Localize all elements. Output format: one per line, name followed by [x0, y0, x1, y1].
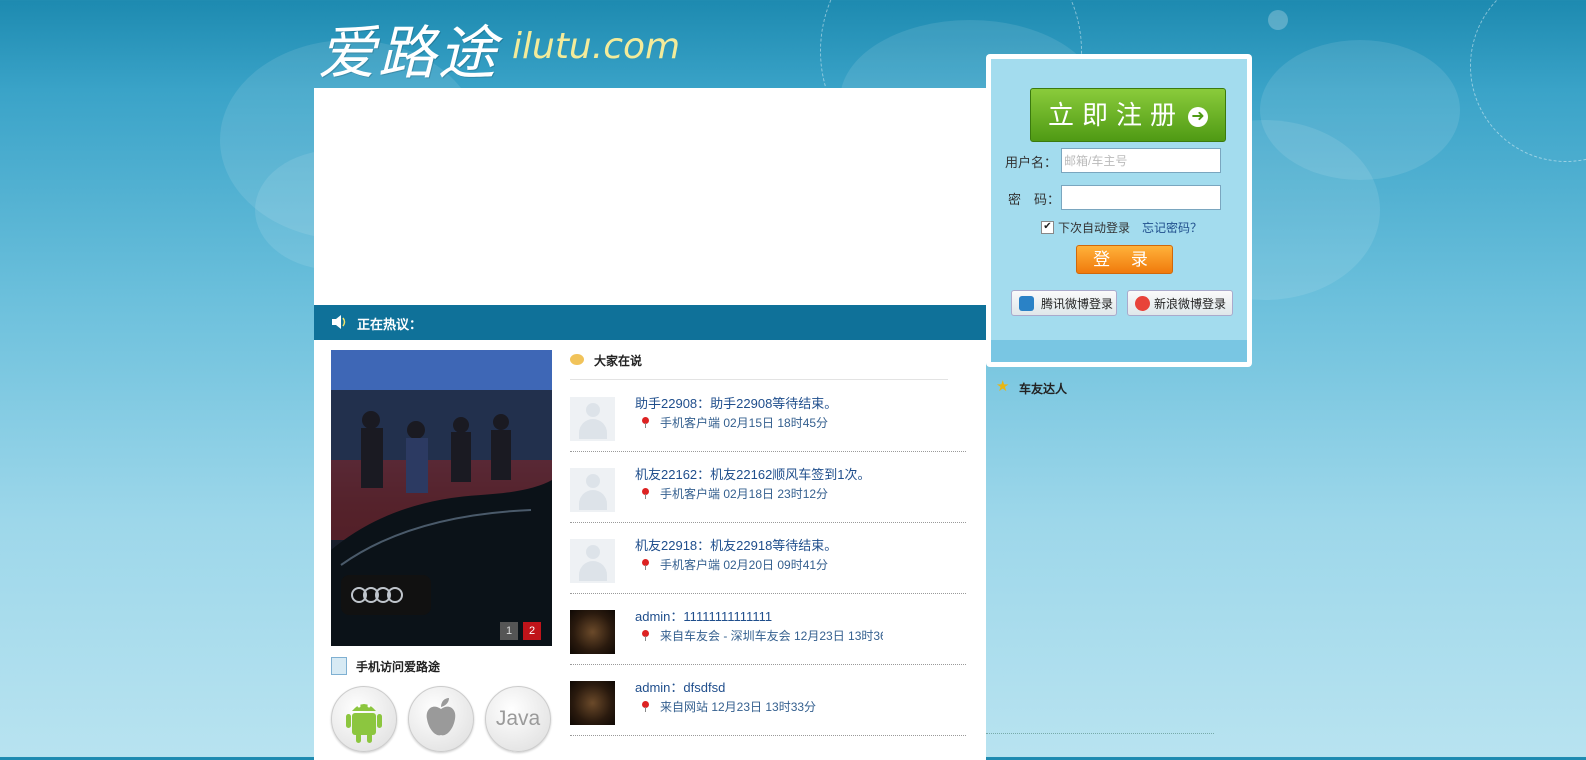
location-pin-icon	[642, 488, 649, 499]
mobile-icon	[331, 657, 347, 675]
username-label: 用户名：	[1005, 155, 1058, 170]
register-label: 立即注册	[1047, 100, 1184, 130]
feed-title: 大家在说	[594, 354, 643, 368]
default-avatar[interactable]	[570, 539, 615, 583]
feed-item-text[interactable]: 助手22908：助手22908等待结束。	[635, 393, 837, 412]
username-input[interactable]	[1061, 148, 1221, 173]
default-avatar[interactable]	[570, 468, 615, 512]
java-icon[interactable]: Java	[485, 686, 551, 752]
feed-item: admin：dfsdfsd 来自网站 12月23日 13时33分	[570, 665, 966, 736]
sina-weibo-label: 新浪微博登录	[1154, 297, 1227, 311]
friends-divider	[986, 733, 1214, 734]
background-dot	[1268, 10, 1288, 30]
feed-item-meta: 来自车友会 - 深圳车友会 12月23日 13时36分	[660, 629, 883, 643]
register-button[interactable]: 立即注册 ➜	[1030, 88, 1226, 142]
android-icon[interactable]	[331, 686, 397, 752]
top-drivers-title: 车友达人	[1019, 382, 1068, 396]
sina-weibo-icon	[1135, 296, 1150, 311]
slide-page-1[interactable]: 1	[500, 622, 518, 640]
banner-area	[314, 88, 986, 305]
feed-item-text[interactable]: admin：dfsdfsd	[635, 677, 725, 696]
auto-login-label: 下次自动登录	[1058, 221, 1131, 235]
login-button[interactable]: 登 录	[1076, 245, 1173, 274]
feed-item-meta: 手机客户端 02月15日 18时45分	[660, 416, 829, 430]
hot-topics-label: 正在热议：	[357, 317, 423, 332]
feed-item: admin：11111111111111 来自车友会 - 深圳车友会 12月23…	[570, 594, 966, 665]
feed-item-text[interactable]: 机友22918：机友22918等待结束。	[635, 535, 837, 554]
feed-item-meta: 手机客户端 02月18日 23时12分	[660, 487, 829, 501]
user-avatar[interactable]	[570, 610, 615, 654]
slideshow-photo[interactable]: 1 2	[331, 350, 552, 646]
slide-page-2[interactable]: 2	[523, 622, 541, 640]
background-bubble	[1470, 0, 1586, 162]
password-input[interactable]	[1061, 185, 1221, 210]
password-label: 密 码：	[1008, 192, 1061, 207]
background-cloud	[1260, 40, 1460, 180]
star-icon: ★	[996, 378, 1010, 395]
user-avatar[interactable]	[570, 681, 615, 725]
feed-item-text[interactable]: 机友22162：机友22162顺风车签到1次。	[635, 464, 871, 483]
java-label: Java	[495, 707, 541, 730]
feed-item-text[interactable]: admin：11111111111111	[635, 606, 772, 625]
feed-item: 机友22162：机友22162顺风车签到1次。 手机客户端 02月18日 23时…	[570, 452, 966, 523]
tencent-weibo-icon	[1019, 296, 1034, 311]
auto-login-checkbox[interactable]: ✔	[1041, 221, 1054, 234]
apple-icon[interactable]	[408, 686, 474, 752]
sina-weibo-login-button[interactable]: 新浪微博登录	[1127, 290, 1233, 316]
location-pin-icon	[642, 701, 649, 712]
feed-item-meta: 来自网站 12月23日 13时33分	[660, 700, 817, 714]
feed-item: 机友22918：机友22918等待结束。 手机客户端 02月20日 09时41分	[570, 523, 966, 594]
tencent-weibo-label: 腾讯微博登录	[1041, 297, 1114, 311]
feed-item: 助手22908：助手22908等待结束。 手机客户端 02月15日 18时45分	[570, 381, 966, 452]
site-domain[interactable]: ilutu.com	[512, 26, 680, 67]
feed-divider	[570, 379, 948, 380]
location-pin-icon	[642, 417, 649, 428]
forgot-password-link[interactable]: 忘记密码？	[1142, 219, 1202, 236]
default-avatar[interactable]	[570, 397, 615, 441]
chat-bubble-icon	[570, 354, 584, 365]
feed-item-meta: 手机客户端 02月20日 09时41分	[660, 558, 829, 572]
tencent-weibo-login-button[interactable]: 腾讯微博登录	[1011, 290, 1117, 316]
login-panel-footer	[991, 340, 1247, 362]
location-pin-icon	[642, 559, 649, 570]
speaker-icon	[330, 313, 348, 331]
mobile-access-title: 手机访问爱路途	[356, 660, 441, 674]
site-logo[interactable]: 爱路途	[318, 6, 498, 90]
arrow-right-icon: ➜	[1188, 107, 1208, 128]
location-pin-icon	[642, 630, 649, 641]
